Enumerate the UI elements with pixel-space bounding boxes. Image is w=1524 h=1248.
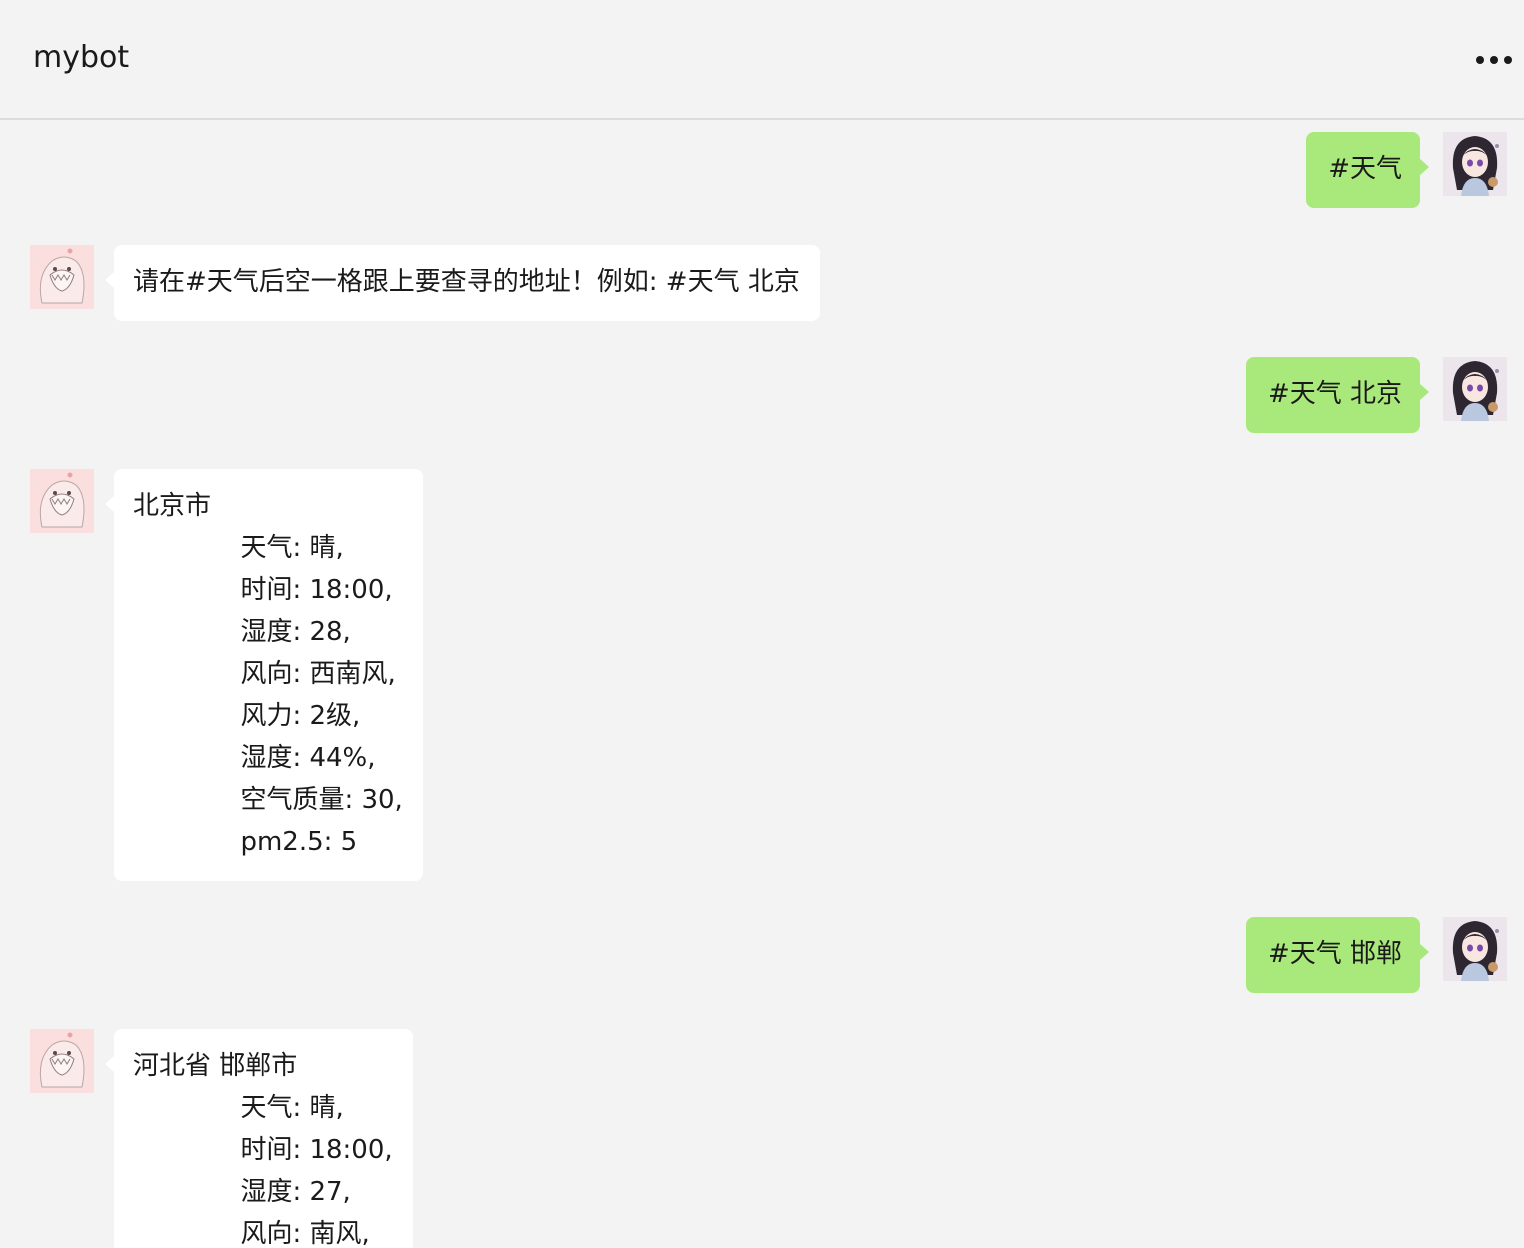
outgoing-message: #天气 北京 <box>0 346 1524 436</box>
incoming-bubble[interactable]: 河北省 邯郸市 天气: 晴, 时间: 18:00, 湿度: 27, 风向: 南风… <box>105 1029 413 1248</box>
outgoing-message: #天气 邯郸 <box>0 906 1524 996</box>
user-avatar[interactable] <box>1443 917 1507 981</box>
incoming-bubble[interactable]: 请在#天气后空一格跟上要查寻的地址！例如: #天气 北京 <box>105 245 820 321</box>
more-dot <box>1490 56 1498 64</box>
incoming-message: 河北省 邯郸市 天气: 晴, 时间: 18:00, 湿度: 27, 风向: 南风… <box>0 1018 1524 1248</box>
chat-header: mybot <box>0 0 1524 120</box>
outgoing-bubble[interactable]: #天气 北京 <box>1245 357 1430 433</box>
user-avatar[interactable] <box>1443 357 1507 421</box>
more-options-icon[interactable] <box>1474 44 1514 74</box>
user-avatar[interactable] <box>1443 132 1507 196</box>
incoming-message: 请在#天气后空一格跟上要查寻的地址！例如: #天气 北京 <box>0 234 1524 324</box>
incoming-bubble[interactable]: 北京市 天气: 晴, 时间: 18:00, 湿度: 28, 风向: 西南风, 风… <box>105 469 423 881</box>
bot-avatar[interactable] <box>30 469 94 533</box>
outgoing-bubble[interactable]: #天气 邯郸 <box>1245 917 1430 993</box>
message-list[interactable]: #天气 请在#天气后空一格跟上要查寻的地址！例如: #天气 北京 #天气 北京 … <box>0 122 1524 1248</box>
bot-avatar[interactable] <box>30 1029 94 1093</box>
more-dot <box>1476 56 1484 64</box>
chat-title: mybot <box>33 40 130 75</box>
outgoing-bubble[interactable]: #天气 <box>1306 132 1429 208</box>
more-dot <box>1504 56 1512 64</box>
incoming-message: 北京市 天气: 晴, 时间: 18:00, 湿度: 28, 风向: 西南风, 风… <box>0 458 1524 888</box>
bot-avatar[interactable] <box>30 245 94 309</box>
outgoing-message: #天气 <box>0 122 1524 212</box>
